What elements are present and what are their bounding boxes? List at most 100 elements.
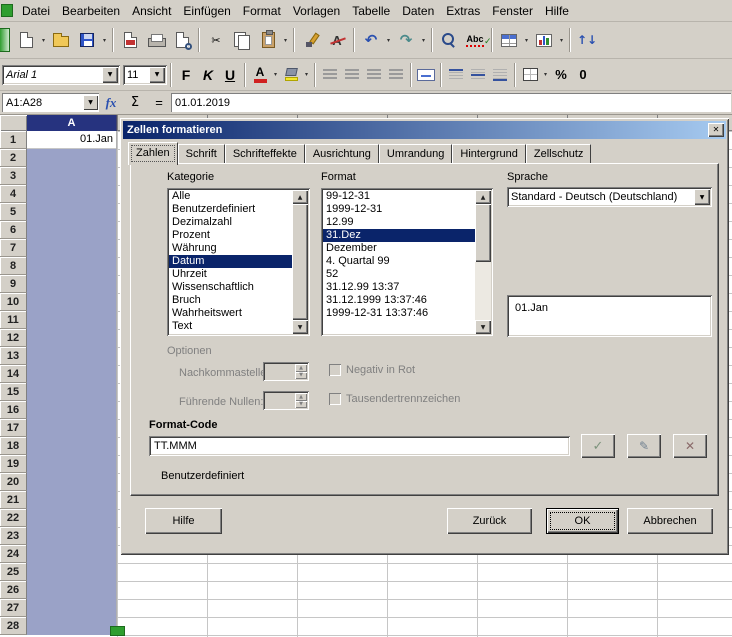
menu-item[interactable]: Tabelle [346,0,396,22]
apply-format-button[interactable]: ✓ [581,434,615,458]
format-option[interactable]: 4. Quartal 99 [323,255,475,268]
category-scrollbar[interactable]: ▲ ▼ [292,190,308,334]
row-header[interactable]: 20 [0,473,27,491]
align-top-button[interactable] [445,63,467,87]
row-header[interactable]: 27 [0,599,27,617]
row-header[interactable]: 4 [0,185,27,203]
selected-cells[interactable] [27,149,116,635]
row-header[interactable]: 19 [0,455,27,473]
menu-item[interactable]: Einfügen [177,0,236,22]
dialog-tab[interactable]: Schrifteffekte [225,144,305,163]
language-combobox[interactable]: Standard - Deutsch (Deutschland) ▼ [507,187,712,207]
format-option[interactable]: 1999-12-31 [323,203,475,216]
back-button[interactable]: Zurück [447,508,532,534]
formula-input[interactable] [171,93,731,112]
row-header[interactable]: 10 [0,293,27,311]
category-option[interactable]: Uhrzeit [169,268,292,281]
menu-item[interactable]: Bearbeiten [56,0,126,22]
dialog-tab[interactable]: Schrift [178,144,225,163]
insert-table-dropdown[interactable]: ▾ [522,27,531,53]
row-header[interactable]: 17 [0,419,27,437]
export-pdf-button[interactable] [117,27,143,53]
menu-item[interactable]: Vorlagen [287,0,346,22]
cancel-button[interactable]: Abbrechen [627,508,713,534]
format-option[interactable]: 52 [323,268,475,281]
help-button[interactable]: Hilfe [145,508,222,534]
ok-button[interactable]: OK [546,508,619,534]
row-header[interactable]: 23 [0,527,27,545]
category-option[interactable]: Dezimalzahl [169,216,292,229]
scroll-up-icon[interactable]: ▲ [292,190,308,204]
insert-chart-dropdown[interactable]: ▾ [557,27,566,53]
align-bottom-button[interactable] [489,63,511,87]
category-option[interactable]: Währung [169,242,292,255]
close-button[interactable]: ✕ [708,123,724,137]
new-document-dropdown[interactable]: ▾ [39,27,48,53]
format-option[interactable]: 1999-12-31 13:37:46 [323,307,475,320]
function-wizard-button[interactable]: fx [99,92,123,114]
row-header[interactable]: 26 [0,581,27,599]
redo-button[interactable]: ↷ [393,27,419,53]
name-box[interactable]: A1:A28 ▼ [2,93,99,112]
row-header[interactable]: 9 [0,275,27,293]
row-header[interactable]: 6 [0,221,27,239]
sort-button[interactable]: ↑↓ [574,27,600,53]
insert-chart-button[interactable] [531,27,557,53]
column-header-a[interactable]: A [27,115,117,131]
dialog-tab[interactable]: Zahlen [128,142,178,165]
new-document-button[interactable] [13,27,39,53]
sum-button[interactable]: Σ [123,92,147,114]
row-header[interactable]: 22 [0,509,27,527]
active-cell-a1[interactable]: 01.Jan [27,131,116,149]
equals-button[interactable]: = [147,92,171,114]
row-header[interactable]: 25 [0,563,27,581]
category-option[interactable]: Text [169,320,292,333]
category-option[interactable]: Bruch [169,294,292,307]
menu-item[interactable]: Hilfe [539,0,575,22]
row-header[interactable]: 1 [0,131,27,149]
menu-item[interactable]: Ansicht [126,0,177,22]
menu-item[interactable]: Format [237,0,287,22]
find-replace-button[interactable] [436,27,462,53]
format-option[interactable]: 31.12.99 13:37 [323,281,475,294]
highlight-color-button[interactable] [280,63,302,87]
undo-dropdown[interactable]: ▾ [384,27,393,53]
print-preview-button[interactable] [169,27,195,53]
paste-button[interactable] [255,27,281,53]
language-dropdown-icon[interactable]: ▼ [694,189,710,205]
open-button[interactable] [48,27,74,53]
italic-button[interactable]: K [197,63,219,87]
row-header[interactable]: 12 [0,329,27,347]
align-center-button[interactable] [341,63,363,87]
category-option[interactable]: Prozent [169,229,292,242]
dialog-titlebar[interactable]: Zellen formatieren ✕ [123,121,726,139]
format-scrollbar[interactable]: ▲ ▼ [475,190,491,334]
dialog-tab[interactable]: Zellschutz [526,144,592,163]
dialog-tab[interactable]: Ausrichtung [305,144,379,163]
font-color-button[interactable]: A [249,63,271,87]
font-color-dropdown[interactable]: ▾ [271,62,280,88]
font-size-combo[interactable]: 11 ▼ [123,65,167,85]
name-box-dropdown-icon[interactable]: ▼ [83,95,98,110]
borders-dropdown[interactable]: ▾ [541,62,550,88]
menu-item[interactable]: Extras [440,0,486,22]
scrollbar-thumb[interactable] [475,204,491,262]
row-header[interactable]: 18 [0,437,27,455]
scroll-down-icon[interactable]: ▼ [292,320,308,334]
scroll-up-icon[interactable]: ▲ [475,190,491,204]
row-header[interactable]: 21 [0,491,27,509]
center-vertically-button[interactable] [467,63,489,87]
font-size-dropdown-icon[interactable]: ▼ [149,67,165,83]
format-option[interactable]: 31.Dez [323,229,475,242]
merge-cells-button[interactable] [415,63,437,87]
dialog-tab[interactable]: Umrandung [379,144,452,163]
clear-formatting-button[interactable]: A [324,27,350,53]
selection-fill-handle[interactable] [110,626,125,636]
save-dropdown[interactable]: ▾ [100,27,109,53]
format-option[interactable]: 31.12.1999 13:37:46 [323,294,475,307]
paste-dropdown[interactable]: ▾ [281,27,290,53]
align-right-button[interactable] [363,63,385,87]
row-header[interactable]: 3 [0,167,27,185]
row-header[interactable]: 5 [0,203,27,221]
borders-button[interactable] [519,63,541,87]
